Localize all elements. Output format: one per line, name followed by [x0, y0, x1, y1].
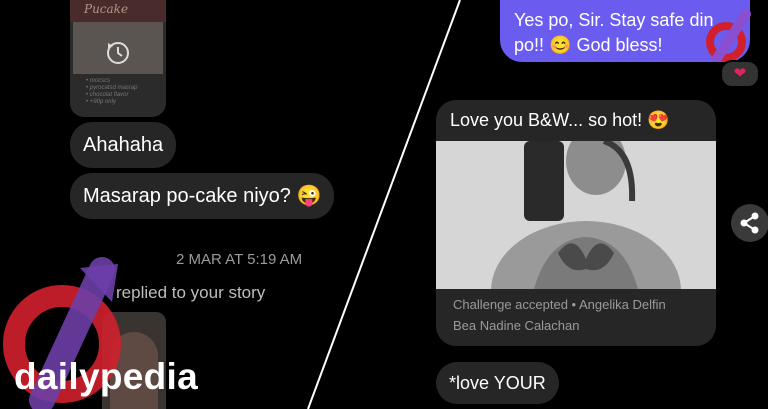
replay-icon: [107, 42, 129, 64]
shared-post-message: Love you B&W... so hot! 😍: [450, 110, 670, 130]
story-text-lines: • mocscs • pyrocatsd masrap • chocolat f…: [86, 78, 138, 105]
story-header: Pucake: [70, 0, 166, 22]
incoming-message[interactable]: *love YOUR: [436, 362, 559, 404]
incoming-message[interactable]: Masarap po-cake niyo? 😜: [70, 173, 335, 219]
incoming-message[interactable]: Ahahaha: [70, 122, 177, 168]
share-button[interactable]: [731, 204, 768, 242]
cake-photo: [73, 22, 163, 74]
shared-post-image[interactable]: [436, 141, 716, 289]
post-caption: Challenge accepted • Angelika Delfin Bea…: [453, 297, 666, 333]
message-timestamp: 2 MAR AT 5:19 AM: [176, 251, 303, 268]
story-reply-thumbnail[interactable]: Pucake • mocscs • pyrocatsd masrap • cho…: [70, 0, 166, 117]
bw-photo: [436, 141, 716, 289]
brand-watermark: dailypedia: [14, 356, 198, 397]
dailypedia-mini-logo-icon: [706, 10, 751, 62]
story-caption: Pucake: [84, 2, 129, 16]
heart-reaction[interactable]: ❤: [720, 60, 760, 88]
share-icon: [740, 212, 759, 234]
shared-post-card[interactable]: Love you B&W... so hot! 😍 Challenge acce…: [436, 100, 716, 346]
